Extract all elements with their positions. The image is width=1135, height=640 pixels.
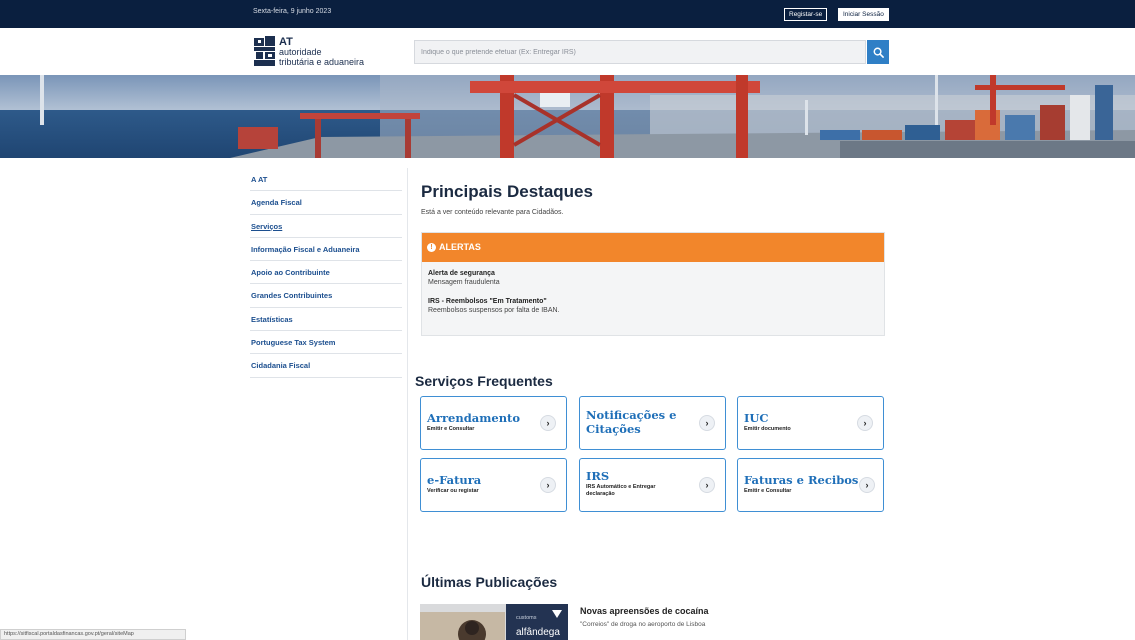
search-input[interactable] [415,41,865,63]
service-card-title: Arrendamento [427,411,521,425]
customs-photo-image: customs alfândega [420,604,568,640]
chevron-right-icon: › [699,415,715,431]
sidebar-item-cidadania-fiscal[interactable]: Cidadania Fiscal [250,354,402,378]
alert-icon: ! [427,243,436,252]
service-card-notificacoes[interactable]: Notificações e Citações › [579,396,726,450]
thumbnail-text-customs: customs [516,615,537,621]
at-logo-icon [254,36,275,66]
sidebar-item-servicos[interactable]: Serviços [250,215,402,238]
service-card-title: e-Fatura [427,473,482,487]
chevron-right-icon: › [859,477,875,493]
sidebar-item-informacao-fiscal[interactable]: Informação Fiscal e Aduaneira [250,238,402,262]
service-card-iuc[interactable]: IUC Emitir documento › [737,396,884,450]
service-card-desc-line2: declaração [586,491,615,497]
service-card-e-fatura[interactable]: e-Fatura Verificar ou registar › [420,458,567,512]
alerts-header-label: ALERTAS [439,242,481,252]
logo-text-line2: autoridade [279,47,322,57]
service-card-desc-line1: IRS Automático e Entregar [586,484,656,490]
sidebar-item-portuguese-tax-system[interactable]: Portuguese Tax System [250,331,402,355]
alert-desc: Mensagem fraudulenta [428,279,500,286]
alert-desc: Reembolsos suspensos por falta de IBAN. [428,307,560,314]
service-card-desc: Emitir e Consultar [427,426,475,432]
service-card-irs[interactable]: IRS IRS Automático e Entregar declaração… [579,458,726,512]
alert-item[interactable]: IRS - Reembolsos "Em Tratamento" Reembol… [428,298,560,314]
service-card-title-line1: Notificações e [586,408,677,422]
sidebar-item-a-at[interactable]: A AT [250,168,402,192]
service-card-title: IUC [744,411,769,425]
port-banner-image [0,75,1135,158]
content-divider [407,168,408,640]
publication-title[interactable]: Novas apreensões de cocaína [580,606,709,616]
service-card-title: Faturas e Recibos [744,473,859,487]
chevron-right-icon: › [857,415,873,431]
search-icon [873,47,884,58]
hero-banner [0,75,1135,158]
alert-title: IRS - Reembolsos "Em Tratamento" [428,298,547,305]
chevron-right-icon: › [540,477,556,493]
service-card-title-line2: Citações [586,422,641,436]
service-card-title: IRS [586,469,610,483]
sidebar-item-agenda-fiscal[interactable]: Agenda Fiscal [250,191,402,215]
publication-desc: "Correios" de droga no aeroporto de Lisb… [580,621,706,628]
service-card-desc: Emitir e Consultar [744,488,792,494]
register-button[interactable]: Registar-se [784,8,828,21]
sidebar-item-grandes-contribuintes[interactable]: Grandes Contribuintes [250,284,402,308]
chevron-right-icon: › [699,477,715,493]
service-card-desc: Verificar ou registar [427,488,479,494]
sidebar-item-apoio-contribuinte[interactable]: Apoio ao Contribuinte [250,261,402,285]
services-heading: Serviços Frequentes [415,373,553,389]
service-card-faturas-recibos[interactable]: Faturas e Recibos Emitir e Consultar › [737,458,884,512]
alert-title: Alerta de segurança [428,270,495,277]
site-header: AT autoridade tributária e aduaneira [0,28,1135,75]
current-date: Sexta-feira, 9 junho 2023 [253,8,332,15]
audience-note: Está a ver conteúdo relevante para Cidad… [421,209,564,216]
login-button[interactable]: Iniciar Sessão [838,8,889,21]
alert-item[interactable]: Alerta de segurança Mensagem fraudulenta [428,270,500,286]
browser-status-url: https://sitfiscal.portaldasfinancas.gov.… [0,629,186,640]
alerts-header: ! ALERTAS [422,233,884,262]
top-bar: Sexta-feira, 9 junho 2023 Registar-se In… [0,0,1135,28]
alerts-panel: ! ALERTAS Alerta de segurança Mensagem f… [421,232,885,336]
logo-text-line3: tributária e aduaneira [279,57,365,67]
publications-heading: Últimas Publicações [421,574,558,590]
service-card-arrendamento[interactable]: Arrendamento Emitir e Consultar › [420,396,567,450]
sidebar-nav: A AT Agenda Fiscal Serviços Informação F… [250,168,402,378]
chevron-right-icon: › [540,415,556,431]
at-logo[interactable]: AT autoridade tributária e aduaneira [254,36,384,70]
sidebar-item-estatisticas[interactable]: Estatísticas [250,308,402,332]
publication-thumbnail[interactable]: customs alfândega [420,604,568,640]
thumbnail-text-alfandega: alfândega [516,627,560,638]
search-button[interactable] [867,40,889,64]
page-title: Principais Destaques [421,182,593,201]
service-card-desc: Emitir documento [744,426,791,432]
search-box [414,40,866,64]
